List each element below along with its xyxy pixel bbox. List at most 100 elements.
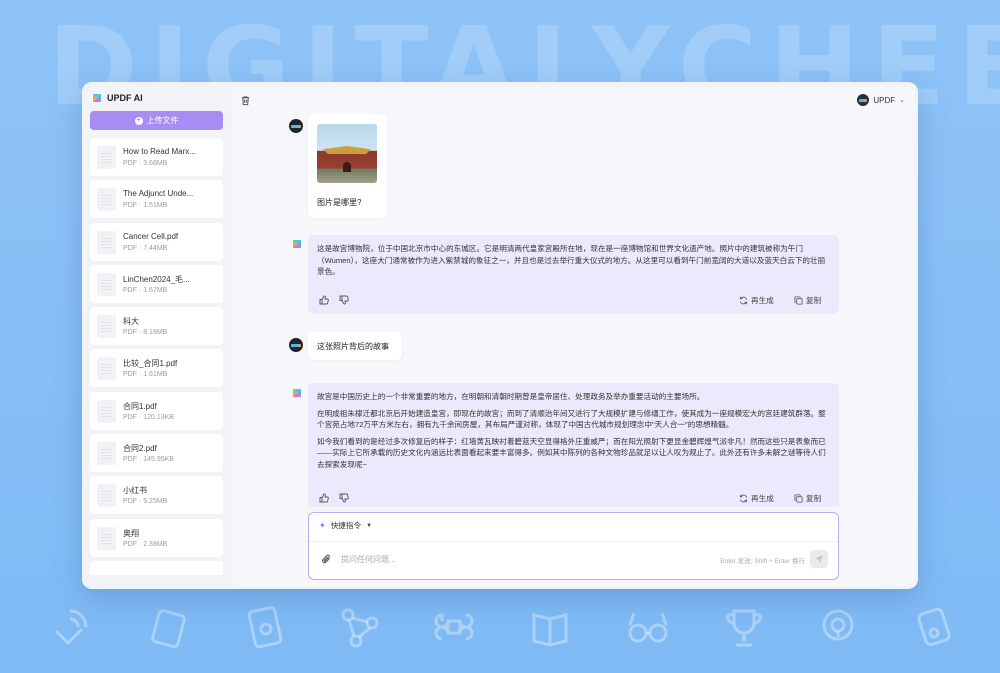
file-name: Cancer Cell.pdf xyxy=(123,231,179,241)
quick-command-dropdown[interactable]: ✦ 快捷指令 ▼ xyxy=(319,520,372,531)
user-menu[interactable]: UPDF ⌄ xyxy=(857,94,905,106)
file-name: 科大 xyxy=(123,317,139,327)
app-window: UPDF AI + 上传文件 How to Read Marx... PDF ·… xyxy=(82,82,918,589)
ai-paragraph: 在明成祖朱棣迁都北京后开始建造皇宫，即现在的故宫；而到了清顺治年间又进行了大规模… xyxy=(317,408,826,430)
trophy-icon xyxy=(726,609,762,647)
pdf-file-icon xyxy=(97,484,116,508)
wifi-hand-icon xyxy=(54,609,88,646)
composer-divider xyxy=(309,541,838,542)
sparkle-icon: ✦ xyxy=(319,521,326,530)
file-list: How to Read Marx... PDF · 3.68MB The Adj… xyxy=(90,138,223,579)
file-item[interactable]: Cancer Cell.pdf PDF · 7.44MB xyxy=(90,222,223,261)
pdf-file-icon xyxy=(97,442,116,466)
upload-file-button[interactable]: + 上传文件 xyxy=(90,111,223,130)
tag-icon xyxy=(917,607,951,647)
ai-message-text: 故宫是中国历史上的一个非常重要的地方，在明朝和清朝时期曾是皇帝居住、处理政务及举… xyxy=(317,391,830,476)
file-name: How to Read Marx... xyxy=(123,147,196,156)
file-item[interactable]: LinChen2024_毛... PDF · 1.67MB xyxy=(90,264,223,303)
upload-file-label: 上传文件 xyxy=(146,116,179,125)
copy-icon xyxy=(794,296,803,305)
pdf-file-icon xyxy=(97,399,116,423)
file-item[interactable]: 小红书 PDF · 5.25MB xyxy=(90,476,223,515)
thumbs-down-icon[interactable] xyxy=(339,493,349,503)
chevron-down-icon: ⌄ xyxy=(899,97,905,104)
file-name: 比较_合同1.pdf xyxy=(123,359,178,369)
chat-panel: UPDF ⌄ 图片是哪里? 这是故宫博物院，位于中国北京市中心的东城区。它是明清… xyxy=(232,87,915,586)
refresh-icon xyxy=(739,296,748,305)
message-actions: 再生成 复制 xyxy=(317,295,830,306)
file-meta: PDF · 145.95KB xyxy=(123,456,174,464)
glasses-icon xyxy=(628,612,668,643)
file-name: 奥翔 xyxy=(123,528,139,538)
pdf-file-icon xyxy=(97,188,116,212)
paperclip-icon[interactable] xyxy=(321,553,332,565)
file-name: 合同1.pdf xyxy=(123,401,157,411)
sd-card-icon xyxy=(151,609,186,649)
file-meta: PDF · 120.13KB xyxy=(123,413,174,421)
lightbulb-icon xyxy=(822,609,854,641)
file-meta: PDF · 1.51MB xyxy=(123,202,168,210)
user-message-avatar xyxy=(289,119,303,133)
ai-paragraph: 如今我们看到的是经过多次修复后的样子：红墙黄瓦映衬着碧蓝天空显得格外庄重威严；而… xyxy=(317,436,826,469)
pdf-file-icon xyxy=(97,357,116,381)
updf-ai-logo-icon xyxy=(92,93,102,103)
copy-label: 复制 xyxy=(806,296,822,305)
message-actions: 再生成 复制 xyxy=(317,493,830,504)
file-name: LinChen2024_毛... xyxy=(123,274,190,284)
pdf-file-icon xyxy=(97,230,116,254)
prompt-input[interactable] xyxy=(341,551,681,567)
file-meta: PDF · 1.67MB xyxy=(123,286,168,294)
user-avatar xyxy=(857,94,870,106)
send-button[interactable] xyxy=(810,550,828,568)
file-item[interactable]: 合同1.pdf PDF · 120.13KB xyxy=(90,391,223,430)
user-message-text: 这张照片背后的故事 xyxy=(317,342,389,351)
background-icon-strip xyxy=(0,595,1000,673)
file-item[interactable]: 科大 PDF · 8.18MB xyxy=(90,307,223,346)
pdf-file-icon xyxy=(97,526,116,550)
regenerate-label: 再生成 xyxy=(751,296,774,305)
sidebar: UPDF AI + 上传文件 How to Read Marx... PDF ·… xyxy=(82,82,230,589)
keyboard-hint: Enter 发送; Shift + Enter 换行 xyxy=(720,558,805,565)
pdf-file-icon xyxy=(97,315,116,339)
network-icon xyxy=(341,608,379,648)
brand-title: UPDF AI xyxy=(107,93,143,103)
user-message-avatar xyxy=(289,338,303,352)
document-icon xyxy=(247,606,283,649)
file-item[interactable]: 比较_合同1.pdf PDF · 1.61MB xyxy=(90,349,223,388)
file-meta: PDF · 2.38MB xyxy=(123,540,168,548)
upload-icon: + xyxy=(134,116,143,125)
ai-message-text: 这是故宫博物院，位于中国北京市中心的东城区。它是明清两代皇家宫殿所在地，现在是一… xyxy=(317,244,826,277)
regenerate-label: 再生成 xyxy=(751,494,774,503)
ai-message-logo-icon xyxy=(293,240,301,248)
file-item[interactable]: 合同2.pdf PDF · 145.95KB xyxy=(90,434,223,473)
regenerate-button[interactable]: 再生成 xyxy=(739,295,774,307)
user-message-bubble: 图片是哪里? xyxy=(308,114,387,218)
pdf-file-icon xyxy=(97,146,116,169)
user-message-text: 图片是哪里? xyxy=(317,198,362,207)
chat-composer: ✦ 快捷指令 ▼ Enter 发送; Shift + Enter 换行 xyxy=(308,512,839,580)
file-item[interactable]: How to Read Marx... PDF · 3.68MB xyxy=(90,138,223,176)
trash-icon[interactable] xyxy=(240,95,251,106)
thumbs-up-icon[interactable] xyxy=(319,295,329,305)
copy-button[interactable]: 复制 xyxy=(794,493,821,505)
ai-message-bubble: 故宫是中国历史上的一个非常重要的地方，在明朝和清朝时期曾是皇帝居住、处理政务及举… xyxy=(308,383,839,507)
file-item[interactable]: 奥翔 PDF · 2.38MB xyxy=(90,518,223,557)
file-meta: PDF · 3.68MB xyxy=(123,160,168,167)
forbidden-city-photo[interactable] xyxy=(317,124,377,183)
file-item[interactable]: The Adjunct Unde... PDF · 1.51MB xyxy=(90,180,223,219)
send-icon xyxy=(815,555,823,563)
copy-button[interactable]: 复制 xyxy=(794,295,821,307)
file-item-partial[interactable] xyxy=(90,560,223,575)
file-name: 合同2.pdf xyxy=(123,444,157,454)
file-meta: PDF · 5.25MB xyxy=(123,498,168,506)
thumbs-up-icon[interactable] xyxy=(319,493,329,503)
file-name: 小红书 xyxy=(123,486,147,496)
thumbs-down-icon[interactable] xyxy=(339,295,349,305)
user-message-bubble: 这张照片背后的故事 xyxy=(308,332,402,360)
command-icon xyxy=(434,613,474,641)
photo-door xyxy=(343,162,351,172)
file-meta: PDF · 1.61MB xyxy=(123,371,168,379)
regenerate-button[interactable]: 再生成 xyxy=(739,493,774,505)
brand: UPDF AI xyxy=(92,93,143,103)
book-icon xyxy=(532,613,568,647)
